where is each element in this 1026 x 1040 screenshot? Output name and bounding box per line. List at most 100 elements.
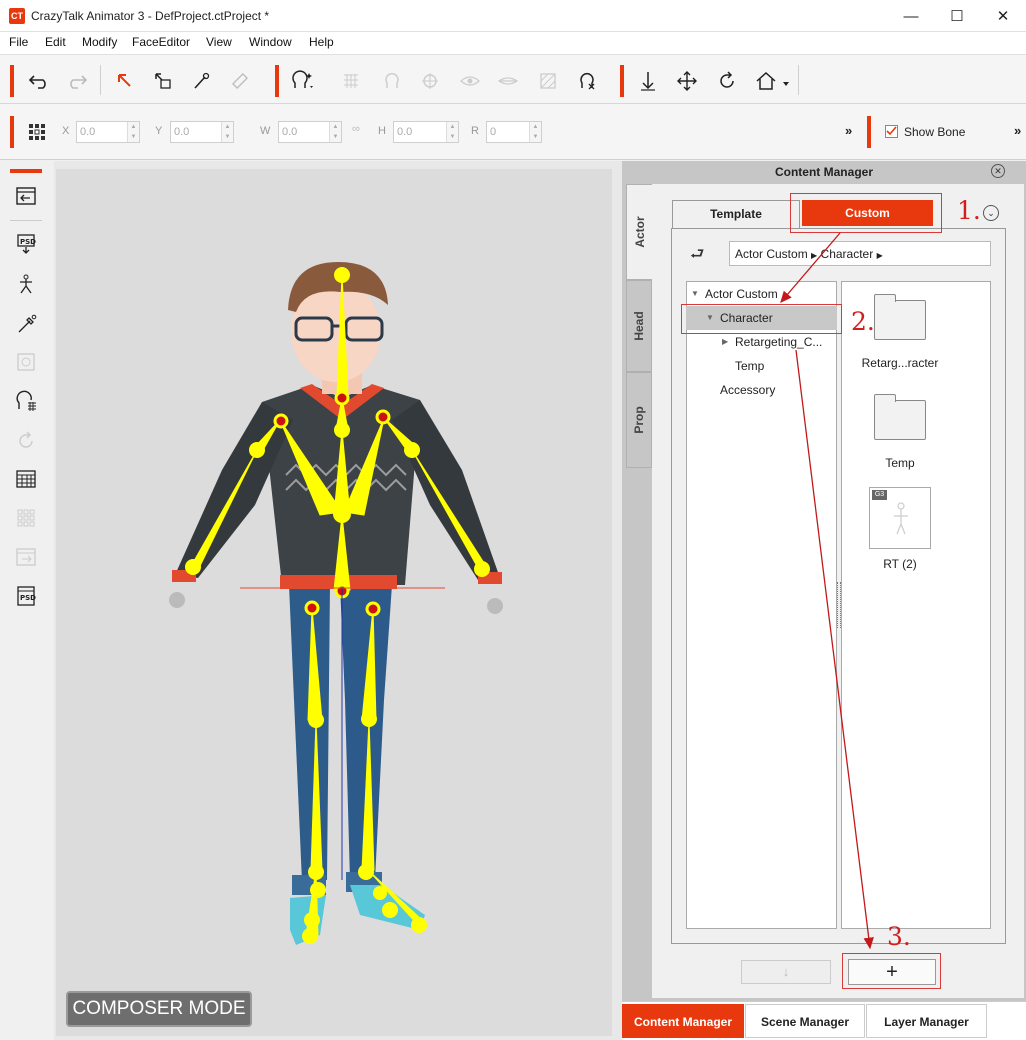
folder-icon[interactable] [874, 394, 926, 440]
x-spin-arrows[interactable]: ▲ ▼ [127, 122, 139, 142]
toolbar-grip [10, 65, 14, 97]
tab-prop-label: Prop [632, 406, 646, 434]
left-tool-strip: PSD PSD [0, 161, 54, 1040]
y-input[interactable]: 0.0 ▲ ▼ [170, 121, 234, 143]
annotation-number: 1. [957, 196, 981, 225]
breadcrumb-item[interactable]: Character [821, 247, 874, 261]
separator [100, 65, 101, 95]
grid-disabled-icon [12, 504, 40, 532]
h-value: 0.0 [397, 126, 413, 138]
undo-icon[interactable] [25, 67, 53, 95]
separator [10, 220, 42, 221]
download-button: ↓ [741, 960, 831, 984]
texture-icon [534, 67, 562, 95]
w-input[interactable]: 0.0 ▲ ▼ [278, 121, 342, 143]
ruler-icon [226, 67, 254, 95]
psd-export-icon[interactable]: PSD [12, 230, 40, 258]
face-target-icon [416, 67, 444, 95]
align-grid-icon[interactable] [23, 118, 51, 146]
tree-item-retargeting[interactable]: Retargeting_C... [735, 335, 822, 349]
r-label: R [471, 125, 479, 137]
y-value: 0.0 [174, 126, 190, 138]
maximize-button[interactable]: ☐ [934, 0, 980, 32]
menu-view[interactable]: View [206, 35, 232, 49]
bone-edit-icon[interactable] [187, 67, 215, 95]
move-down-icon[interactable] [634, 67, 662, 95]
tool-strip-grip [10, 169, 42, 173]
show-bone-checkbox[interactable] [885, 125, 898, 138]
w-spin-arrows[interactable]: ▲ ▼ [329, 122, 341, 142]
menu-faceeditor[interactable]: FaceEditor [132, 35, 190, 49]
toolbar-grip [10, 116, 14, 148]
mouth-icon [494, 67, 522, 95]
y-spin-arrows[interactable]: ▲ ▼ [221, 122, 233, 142]
sprite-grid-icon[interactable] [12, 465, 40, 493]
h-spin-arrows[interactable]: ▲ ▼ [446, 122, 458, 142]
actor-thumbnail[interactable]: G3 [869, 487, 931, 549]
expand-arrow-icon[interactable]: ▼ [691, 289, 699, 298]
show-bone-label: Show Bone [904, 125, 966, 139]
folder-icon[interactable] [874, 294, 926, 340]
rotate-icon[interactable] [713, 67, 741, 95]
face-edit-icon[interactable] [289, 67, 317, 95]
export-disabled-icon [12, 543, 40, 571]
tab-content-manager[interactable]: Content Manager [622, 1004, 744, 1038]
reset-head-icon[interactable] [573, 67, 601, 95]
options-dropdown-icon[interactable]: ⌄ [983, 205, 999, 221]
more-options-button[interactable]: » [1014, 123, 1021, 138]
menu-modify[interactable]: Modify [82, 35, 117, 49]
window-title: CrazyTalk Animator 3 - DefProject.ctProj… [31, 9, 270, 23]
transform-select-icon[interactable] [149, 67, 177, 95]
face-grid-icon[interactable] [12, 387, 40, 415]
r-input[interactable]: 0 ▲ ▼ [486, 121, 542, 143]
y-label: Y [155, 125, 163, 137]
tab-head-label: Head [632, 311, 646, 341]
select-arrow-icon[interactable] [111, 67, 139, 95]
tab-template[interactable]: Template [672, 200, 800, 228]
h-input[interactable]: 0.0 ▲ ▼ [393, 121, 459, 143]
import-icon[interactable] [12, 182, 40, 210]
tab-head[interactable]: Head [626, 280, 652, 372]
tab-actor[interactable]: Actor [626, 184, 652, 280]
tab-layer-manager[interactable]: Layer Manager [866, 1004, 987, 1038]
pen-edit-icon[interactable] [12, 310, 40, 338]
minimize-button[interactable]: — [888, 0, 934, 32]
annotation-number: 2. [851, 307, 875, 336]
move-icon[interactable] [673, 67, 701, 95]
panel-splitter[interactable] [837, 582, 841, 628]
menu-edit[interactable]: Edit [45, 35, 66, 49]
psd-import-icon[interactable]: PSD [12, 582, 40, 610]
menu-help[interactable]: Help [309, 35, 334, 49]
r-spin-arrows[interactable]: ▲ ▼ [529, 122, 541, 142]
tree-item-accessory[interactable]: Accessory [720, 383, 775, 397]
back-icon[interactable]: ⮐ [690, 243, 704, 270]
close-window-button[interactable]: ✕ [980, 0, 1026, 32]
redo-icon[interactable] [63, 67, 91, 95]
more-tools-button[interactable]: » [845, 123, 852, 138]
content-manager-title: Content Manager [622, 161, 1026, 183]
bone-setup-icon[interactable] [12, 270, 40, 298]
title-bar: CT CrazyTalk Animator 3 - DefProject.ctP… [0, 0, 1026, 32]
breadcrumb: Actor Custom ▶ Character ▶ [729, 241, 991, 266]
menu-file[interactable]: File [9, 35, 28, 49]
tab-scene-manager[interactable]: Scene Manager [745, 1004, 865, 1038]
grid-item-label: Temp [885, 456, 915, 470]
stage-canvas[interactable] [56, 169, 612, 1036]
collapse-arrow-icon[interactable]: ▶ [722, 337, 728, 346]
r-value: 0 [490, 126, 497, 138]
character-figure[interactable] [56, 169, 612, 1036]
link-icon[interactable]: ∞ [352, 123, 360, 135]
menu-window[interactable]: Window [249, 35, 292, 49]
app-logo-icon: CT [9, 8, 25, 24]
tab-prop[interactable]: Prop [626, 372, 652, 468]
breadcrumb-item[interactable]: Actor Custom [735, 247, 808, 261]
eye-icon [456, 67, 484, 95]
panel-close-icon[interactable]: ✕ [991, 164, 1005, 178]
x-input[interactable]: 0.0 ▲ ▼ [76, 121, 140, 143]
home-dropdown-icon[interactable] [752, 67, 792, 95]
tree-item-actor-custom[interactable]: Actor Custom [705, 287, 778, 301]
tree-item-temp[interactable]: Temp [735, 359, 764, 373]
breadcrumb-chevron-icon: ▶ [811, 251, 818, 260]
grid-mesh-icon [337, 67, 365, 95]
x-value: 0.0 [80, 126, 96, 138]
